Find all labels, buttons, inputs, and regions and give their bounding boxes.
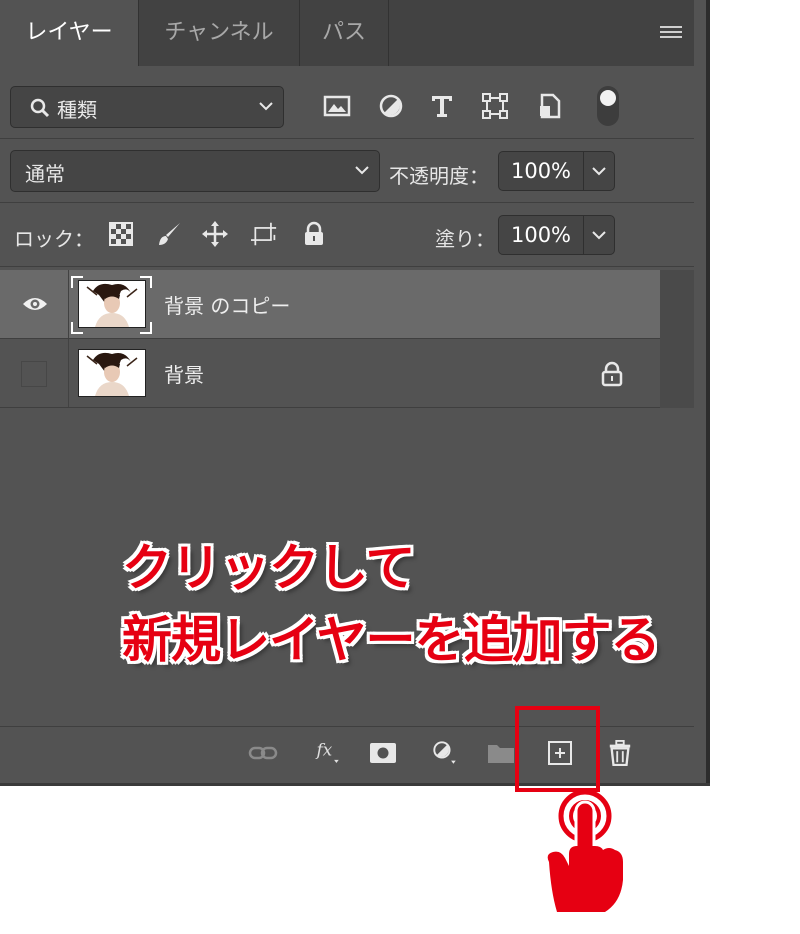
lock-all-icon[interactable] — [301, 221, 327, 247]
chevron-down-icon — [355, 166, 369, 175]
chevron-down-icon — [259, 102, 273, 111]
layer-thumbnail — [78, 280, 146, 328]
link-layers-icon[interactable] — [248, 740, 278, 766]
pointing-hand-icon — [547, 789, 623, 912]
panel-edge — [706, 0, 710, 783]
opacity-input[interactable]: 100% — [498, 151, 584, 191]
divider — [0, 138, 694, 139]
lock-image-pixels-brush-icon[interactable] — [156, 221, 182, 247]
layer-filter-select[interactable]: 種類 — [10, 86, 284, 128]
layers-scrollbar[interactable] — [660, 270, 694, 408]
search-icon — [30, 98, 50, 118]
tab-channels[interactable]: チャンネル — [139, 0, 300, 66]
instruction-line-2: 新規レイヤーを追加する — [122, 611, 660, 669]
chevron-down-icon — [592, 167, 606, 176]
opacity-dropdown-button[interactable] — [584, 151, 615, 191]
instruction-line-1: クリックして — [122, 539, 415, 597]
new-adjustment-layer-icon[interactable] — [428, 740, 462, 766]
filter-kind-label: 種類 — [57, 98, 97, 122]
tab-paths[interactable]: パス — [300, 0, 389, 66]
opacity-label: 不透明度： — [389, 164, 489, 188]
divider — [0, 266, 694, 267]
delete-layer-trash-icon[interactable] — [606, 740, 634, 766]
visibility-toggle-empty[interactable] — [21, 361, 47, 387]
layer-style-fx-icon[interactable]: fx — [311, 740, 345, 766]
smart-object-filter-icon[interactable] — [536, 92, 564, 120]
layer-row-background[interactable]: 背景 — [0, 339, 660, 408]
adjustment-layer-filter-icon[interactable] — [377, 92, 405, 120]
panel-tab-bar: レイヤー チャンネル パス — [0, 0, 694, 66]
eye-visibility-icon[interactable] — [22, 292, 48, 316]
fill-label: 塗り： — [435, 227, 495, 251]
layer-thumbnail — [78, 349, 146, 397]
panel-menu-icon[interactable] — [660, 26, 682, 40]
fill-dropdown-button[interactable] — [584, 215, 615, 255]
divider — [0, 202, 694, 203]
type-layer-filter-icon[interactable] — [428, 92, 456, 120]
chevron-down-icon — [592, 231, 606, 240]
fill-input[interactable]: 100% — [498, 215, 584, 255]
tab-layers[interactable]: レイヤー — [0, 0, 139, 66]
new-layer-highlight-box — [515, 706, 600, 792]
lock-artboard-icon[interactable] — [251, 221, 277, 247]
new-group-folder-icon[interactable] — [486, 740, 516, 766]
shape-layer-filter-icon[interactable] — [481, 92, 509, 120]
svg-text:fx: fx — [315, 740, 333, 759]
blend-mode-value: 通常 — [25, 162, 65, 186]
blend-mode-select[interactable]: 通常 — [10, 150, 380, 192]
lock-position-move-icon[interactable] — [202, 221, 228, 247]
layer-name: 背景 — [164, 363, 204, 387]
layer-name: 背景 のコピー — [164, 294, 291, 318]
pixel-layer-filter-icon[interactable] — [323, 92, 351, 120]
layer-row-copy[interactable]: 背景 のコピー — [0, 270, 660, 339]
layer-lock-icon[interactable] — [600, 361, 624, 387]
lock-label: ロック： — [14, 227, 94, 251]
add-mask-icon[interactable] — [369, 740, 397, 766]
filter-toggle-switch[interactable] — [597, 86, 619, 126]
lock-transparent-pixels-icon[interactable] — [108, 221, 134, 247]
